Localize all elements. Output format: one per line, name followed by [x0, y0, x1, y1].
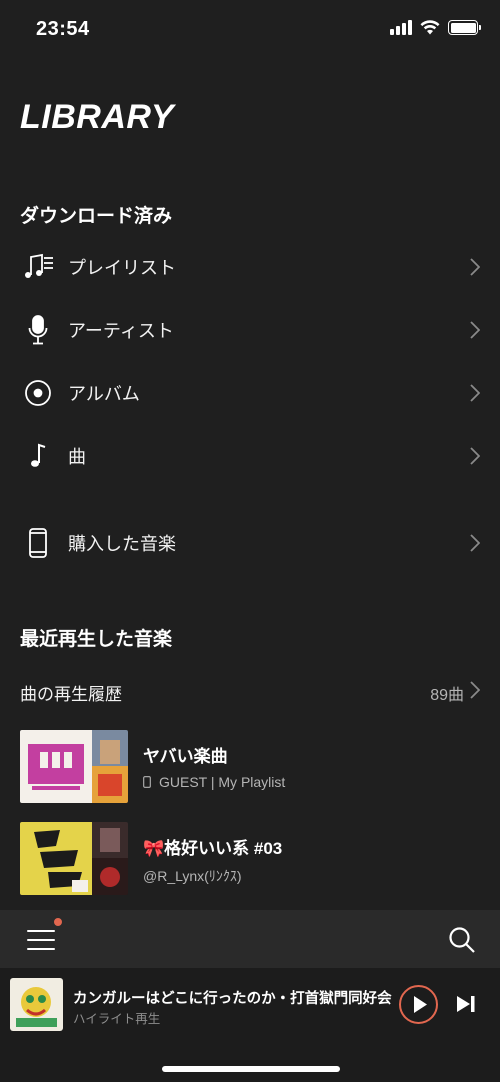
page-title: LIBRARY [20, 98, 174, 136]
home-indicator [162, 1066, 340, 1072]
playlist-title: ヤバい楽曲 [143, 747, 228, 766]
playlist-subtitle-text: GUEST | My Playlist [159, 774, 286, 790]
menu-row-artists[interactable]: アーティスト [0, 302, 500, 358]
menu-label-artists: アーティスト [68, 321, 174, 341]
bottom-nav [0, 910, 500, 968]
status-time: 23:54 [36, 18, 90, 40]
mini-player[interactable]: カンガルーはどこに行ったのか・打首獄門同好会 ハイライト再生 [0, 968, 500, 1082]
chevron-right-icon [470, 321, 480, 339]
play-icon [414, 996, 427, 1013]
play-button[interactable] [399, 985, 438, 1024]
menu-label-albums: アルバム [68, 384, 140, 404]
playlist-artwork [20, 822, 128, 895]
playlist-artwork [20, 730, 128, 803]
now-playing-subtitle: ハイライト再生 [73, 1012, 161, 1026]
disc-icon [22, 377, 54, 409]
music-note-icon [22, 440, 54, 472]
downloaded-section-title: ダウンロード済み [20, 206, 173, 227]
chevron-right-icon [470, 681, 480, 699]
menu-row-playlists[interactable]: プレイリスト [0, 239, 500, 295]
phone-icon [143, 776, 151, 788]
playlist-subtitle: @R_Lynx(ﾘﾝｸｽ) [143, 868, 242, 884]
chevron-right-icon [470, 384, 480, 402]
battery-icon [448, 20, 481, 35]
menu-row-albums[interactable]: アルバム [0, 365, 500, 421]
play-history-row[interactable]: 曲の再生履歴 89曲 [0, 672, 500, 708]
cellular-signal-icon [390, 20, 412, 35]
phone-icon [22, 527, 54, 559]
search-icon[interactable] [448, 926, 476, 954]
play-history-count: 89曲 [430, 687, 464, 704]
playlist-item[interactable]: ヤバい楽曲 GUEST | My Playlist [0, 730, 500, 804]
chevron-right-icon [470, 534, 480, 552]
status-icons [390, 20, 481, 35]
recent-section-title: 最近再生した音楽 [20, 629, 173, 650]
library-screen: 23:54 LIBRARY ダウンロード済み プレイリスト アーティスト アルバ… [0, 0, 500, 1082]
now-playing-artwork [10, 978, 63, 1031]
status-bar: 23:54 [0, 0, 500, 60]
menu-label-purchased: 購入した音楽 [68, 534, 176, 554]
play-history-label: 曲の再生履歴 [20, 685, 122, 704]
now-playing-title: カンガルーはどこに行ったのか・打首獄門同好会 [73, 991, 392, 1007]
menu-row-purchased[interactable]: 購入した音楽 [0, 515, 500, 571]
notification-badge [52, 916, 64, 928]
menu-icon[interactable] [27, 930, 55, 950]
chevron-right-icon [470, 258, 480, 276]
menu-label-songs: 曲 [68, 447, 86, 467]
menu-label-playlists: プレイリスト [68, 258, 176, 278]
chevron-right-icon [470, 447, 480, 465]
playlist-title: 🎀格好いい系 #03 [143, 839, 283, 858]
playlist-icon [22, 251, 54, 283]
wifi-icon [420, 20, 440, 35]
microphone-icon [22, 314, 54, 346]
menu-row-songs[interactable]: 曲 [0, 428, 500, 484]
playlist-subtitle: GUEST | My Playlist [143, 774, 285, 790]
playlist-item[interactable]: 🎀格好いい系 #03 @R_Lynx(ﾘﾝｸｽ) [0, 822, 500, 896]
skip-next-icon[interactable] [456, 995, 476, 1013]
